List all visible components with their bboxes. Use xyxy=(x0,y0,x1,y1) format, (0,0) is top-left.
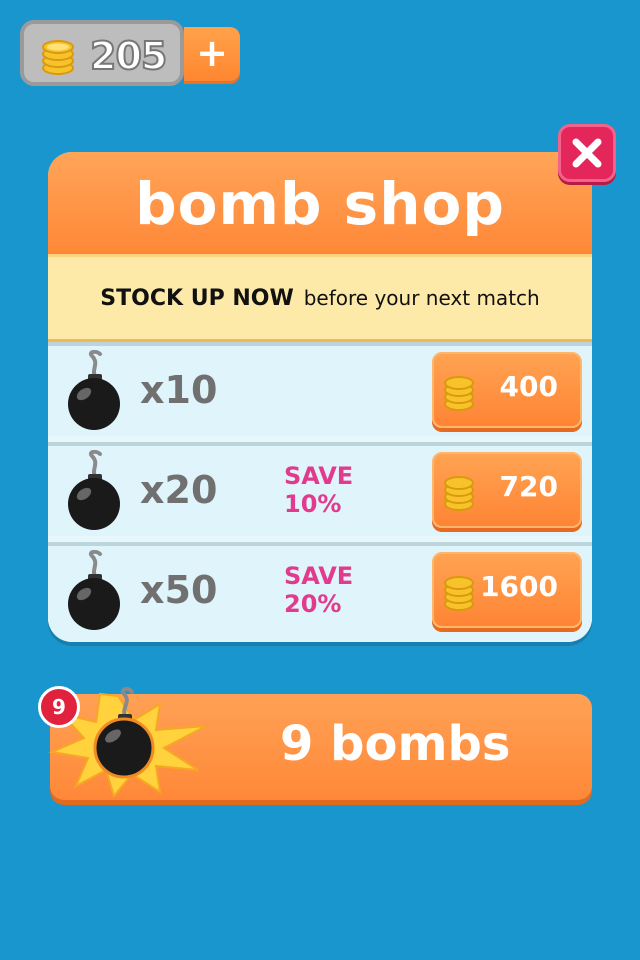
price-label: 1600 xyxy=(480,570,558,603)
coin-stack-icon xyxy=(444,476,474,511)
bomb-icon xyxy=(68,550,120,630)
bomb-count-badge: 9 xyxy=(38,686,80,728)
item-quantity: x50 xyxy=(140,568,218,612)
shop-item-row: x20 SAVE 10% 720 xyxy=(48,442,592,536)
coin-stack-icon xyxy=(42,40,74,75)
item-quantity: x20 xyxy=(140,468,218,512)
banner-subtext: before your next match xyxy=(303,286,540,310)
coin-count: 205 xyxy=(89,33,168,79)
use-bombs-button[interactable]: 9 bombs xyxy=(48,686,592,800)
buy-button[interactable]: 720 xyxy=(432,452,582,528)
coin-stack-icon xyxy=(444,376,474,411)
banner-headline: STOCK UP NOW xyxy=(100,285,294,311)
buy-button[interactable]: 1600 xyxy=(432,552,582,628)
save-label: SAVE 10% xyxy=(284,462,353,518)
shop-item-row: x50 SAVE 20% 1600 xyxy=(48,542,592,642)
save-text: SAVE xyxy=(284,562,354,590)
bomb-icon xyxy=(68,350,120,430)
shop-banner: STOCK UP NOW before your next match xyxy=(48,254,592,342)
coin-balance: 205 xyxy=(20,20,184,86)
save-percent: 10% xyxy=(284,490,342,518)
price-label: 720 xyxy=(499,470,558,503)
price-label: 400 xyxy=(499,370,558,403)
save-label: SAVE 20% xyxy=(284,562,353,618)
shop-item-row: x10 400 xyxy=(48,342,592,436)
bomb-count-label: 9 bombs xyxy=(280,716,511,772)
bomb-icon xyxy=(68,450,120,530)
bomb-shop-panel: bomb shop STOCK UP NOW before your next … xyxy=(48,152,592,642)
shop-title: bomb shop xyxy=(48,152,592,254)
close-button[interactable] xyxy=(558,124,616,182)
buy-button[interactable]: 400 xyxy=(432,352,582,428)
add-coins-button[interactable]: + xyxy=(184,27,240,81)
save-text: SAVE xyxy=(284,462,354,490)
coin-stack-icon xyxy=(444,576,474,611)
save-percent: 20% xyxy=(284,590,342,618)
close-icon xyxy=(572,138,602,168)
item-quantity: x10 xyxy=(140,368,218,412)
